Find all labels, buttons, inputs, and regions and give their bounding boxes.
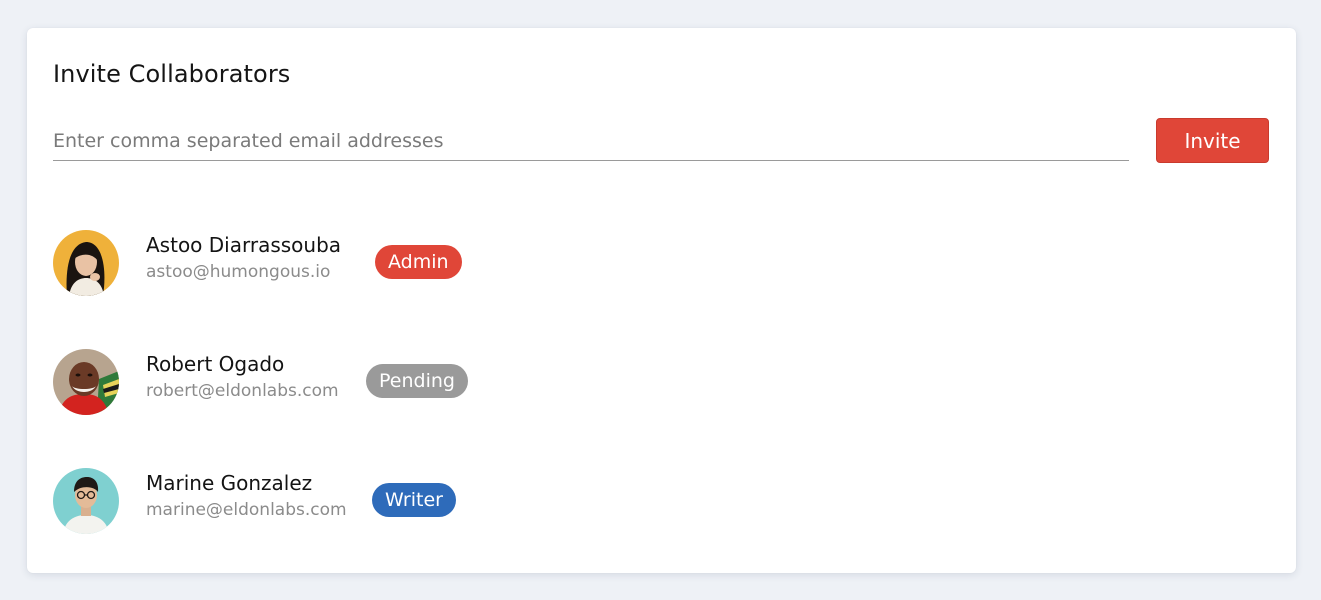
collaborator-row: Astoo Diarrassouba astoo@humongous.io Ad… bbox=[53, 230, 653, 296]
collaborator-info: Astoo Diarrassouba astoo@humongous.io bbox=[146, 232, 341, 284]
collaborator-email: robert@eldonlabs.com bbox=[146, 381, 339, 401]
collaborator-name: Astoo Diarrassouba bbox=[146, 233, 342, 257]
avatar-photo-man-icon bbox=[53, 349, 119, 415]
avatar-photo-woman-icon bbox=[53, 230, 119, 296]
collaborator-info: Robert Ogado robert@eldonlabs.com bbox=[146, 351, 339, 403]
avatar bbox=[53, 349, 119, 415]
collaborator-row: Robert Ogado robert@eldonlabs.com Pendin… bbox=[53, 349, 653, 415]
email-addresses-input[interactable] bbox=[53, 122, 1129, 161]
card-title: Invite Collaborators bbox=[53, 60, 291, 88]
avatar bbox=[53, 230, 119, 296]
collaborator-info: Marine Gonzalez marine@eldonlabs.com bbox=[146, 470, 347, 522]
avatar bbox=[53, 468, 119, 534]
collaborator-name: Robert Ogado bbox=[146, 352, 285, 376]
role-badge-admin[interactable]: Admin bbox=[375, 245, 462, 279]
role-badge-writer[interactable]: Writer bbox=[372, 483, 456, 517]
collaborator-email: astoo@humongous.io bbox=[146, 262, 331, 282]
collaborator-row: Marine Gonzalez marine@eldonlabs.com Wri… bbox=[53, 468, 653, 534]
collaborator-email: marine@eldonlabs.com bbox=[146, 500, 347, 520]
collaborator-name: Marine Gonzalez bbox=[146, 471, 313, 495]
avatar-photo-person-icon bbox=[53, 468, 119, 534]
invite-collaborators-card: Invite Collaborators Invite Astoo Diarra… bbox=[27, 28, 1296, 573]
role-badge-pending[interactable]: Pending bbox=[366, 364, 468, 398]
invite-button[interactable]: Invite bbox=[1156, 118, 1269, 163]
